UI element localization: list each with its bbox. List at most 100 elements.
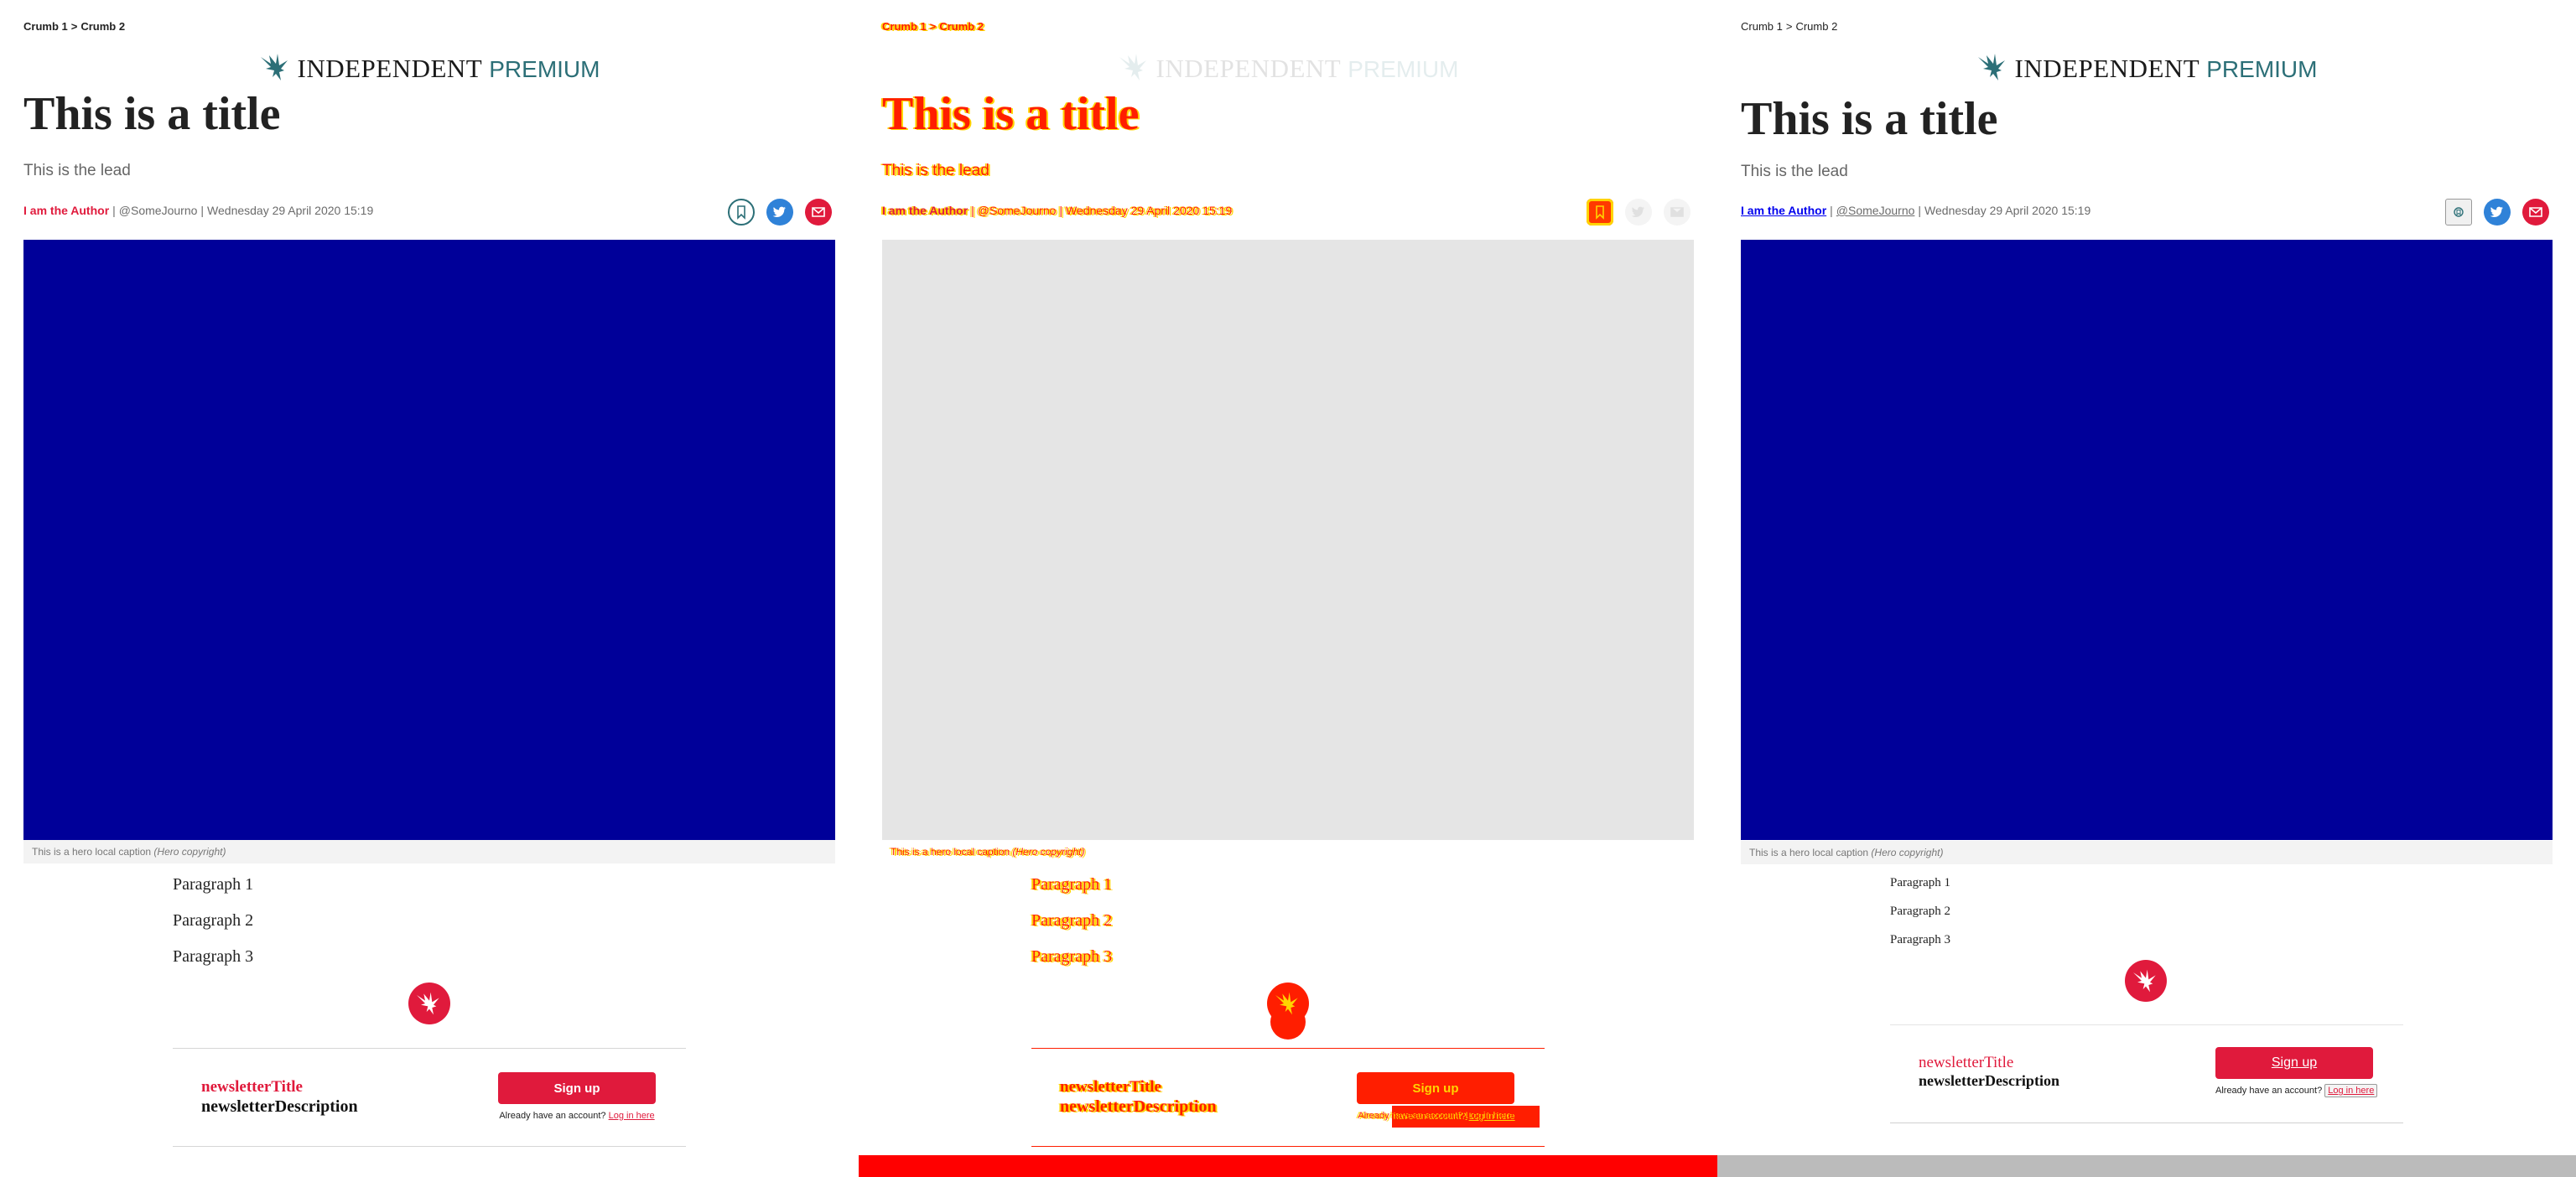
login-link[interactable]: Log in here xyxy=(2324,1084,2378,1097)
paragraph: Paragraph 3 xyxy=(173,947,254,966)
author-link[interactable]: I am the Author xyxy=(1741,204,1826,217)
twitter-share-button[interactable] xyxy=(2484,199,2511,226)
login-link[interactable]: Log in here xyxy=(1467,1111,1514,1121)
caption-text: This is a hero local caption xyxy=(1749,847,1869,858)
email-icon xyxy=(1670,207,1684,217)
article-lead: This is the lead xyxy=(882,162,989,179)
newsletter-signup-button[interactable]: Sign up xyxy=(498,1072,656,1104)
bookmark-button[interactable] xyxy=(2445,199,2472,226)
author-link[interactable]: I am the Author xyxy=(882,204,968,217)
article-lead: This is the lead xyxy=(1741,163,1848,180)
byline: I am the Author | @SomeJourno | Wednesday 29… xyxy=(1741,204,2090,217)
site-logo[interactable]: INDEPENDENT PREMIUM xyxy=(0,52,859,89)
newsletter-description: newsletterDescription xyxy=(1060,1097,1217,1116)
breadcrumb-item-2[interactable]: Crumb 2 xyxy=(80,20,125,33)
breadcrumb-item-1[interactable]: Crumb 1 xyxy=(23,20,68,33)
publish-date: Wednesday 29 April 2020 15:19 xyxy=(1924,204,2091,217)
eagle-icon xyxy=(1119,54,1146,80)
newsletter-account-line: Already have an account? Log in here xyxy=(2215,1084,2378,1097)
logo-tier: PREMIUM xyxy=(489,56,600,82)
article-title: This is a title xyxy=(882,88,1140,140)
email-share-button[interactable] xyxy=(805,199,832,226)
article-lead: This is the lead xyxy=(23,162,131,179)
bookmark-icon xyxy=(1596,205,1604,220)
breadcrumb-item-1[interactable]: Crumb 1 xyxy=(1741,20,1783,33)
newsletter-description: newsletterDescription xyxy=(201,1097,358,1116)
diff-panel: Crumb 1 > Crumb 2 INDEPENDENT PREMIUM This … xyxy=(859,0,1717,1177)
bookmark-button[interactable] xyxy=(728,199,755,226)
breadcrumb-separator: > xyxy=(70,20,78,33)
article-title: This is a title xyxy=(1741,93,1998,145)
byline-separator: | xyxy=(1059,204,1063,217)
site-logo[interactable]: INDEPENDENT PREMIUM xyxy=(1717,52,2576,89)
twitter-share-button[interactable] xyxy=(766,199,793,226)
breadcrumb-item-2[interactable]: Crumb 2 xyxy=(939,20,984,33)
hero-image xyxy=(23,240,835,840)
caption-credit: (Hero copyright) xyxy=(1871,847,1944,858)
eagle-badge xyxy=(408,983,450,1024)
publish-date: Wednesday 29 April 2020 15:19 xyxy=(1066,204,1233,217)
email-share-button[interactable] xyxy=(1664,199,1690,226)
twitter-icon xyxy=(772,206,786,217)
bookmark-button[interactable] xyxy=(1587,199,1613,226)
logo-tier: PREMIUM xyxy=(2206,56,2318,82)
diff-progress-bar xyxy=(859,1155,1717,1177)
publish-date: Wednesday 29 April 2020 15:19 xyxy=(207,204,374,217)
breadcrumb-item-1[interactable]: Crumb 1 xyxy=(882,20,927,33)
author-handle-link[interactable]: @SomeJourno xyxy=(1836,204,1915,217)
logo-brand: INDEPENDENT xyxy=(1156,54,1342,83)
test-panel: Crumb 1 > Crumb 2 INDEPENDENT PREMIUM This … xyxy=(1717,0,2576,1177)
account-prompt: Already have an account? xyxy=(2215,1086,2323,1096)
byline: I am the Author | @SomeJourno | Wednesday 29… xyxy=(882,204,1232,217)
site-logo[interactable]: INDEPENDENT PREMIUM xyxy=(859,52,1717,89)
breadcrumb: Crumb 1 > Crumb 2 xyxy=(882,20,984,33)
logo-brand: INDEPENDENT xyxy=(2014,54,2200,83)
byline-separator: | xyxy=(200,204,205,217)
email-share-button[interactable] xyxy=(2522,199,2549,226)
caption-credit: (Hero copyright) xyxy=(1012,846,1085,858)
newsletter-account-line: Already have an account? Log in here xyxy=(1357,1111,1514,1121)
paragraph: Paragraph 1 xyxy=(173,875,254,894)
paragraph: Paragraph 1 xyxy=(1890,876,1951,889)
email-icon xyxy=(2529,207,2542,217)
bookmark-icon xyxy=(2454,207,2464,217)
eagle-icon xyxy=(260,54,288,80)
article-body: Paragraph 1 Paragraph 2 Paragraph 3 xyxy=(1890,874,1950,959)
newsletter-box: newsletterTitle newsletterDescription Si… xyxy=(1031,1048,1545,1147)
eagle-icon xyxy=(1977,54,2005,80)
paragraph: Paragraph 2 xyxy=(1031,911,1113,930)
twitter-share-button[interactable] xyxy=(1625,199,1652,226)
email-icon xyxy=(812,207,825,217)
article-body: Paragraph 1 Paragraph 2 Paragraph 3 xyxy=(173,872,253,980)
eagle-icon xyxy=(2133,969,2156,993)
caption-text: This is a hero local caption xyxy=(891,846,1010,858)
hero-image xyxy=(1741,240,2553,840)
breadcrumb-item-2[interactable]: Crumb 2 xyxy=(1795,20,1837,33)
logo-tier: PREMIUM xyxy=(1348,56,1459,82)
test-progress-bar xyxy=(1717,1155,2576,1177)
account-prompt: Already have an account? xyxy=(499,1111,606,1121)
author-handle-link[interactable]: @SomeJourno xyxy=(978,204,1057,217)
hero-image xyxy=(882,240,1694,840)
caption-text: This is a hero local caption xyxy=(32,846,152,858)
hero-caption: This is a hero local caption (Hero copyr… xyxy=(23,840,835,863)
twitter-icon xyxy=(2490,206,2503,217)
breadcrumb: Crumb 1 > Crumb 2 xyxy=(23,20,125,33)
eagle-icon xyxy=(417,992,439,1015)
newsletter-account-line: Already have an account? Log in here xyxy=(498,1111,656,1121)
breadcrumb-separator: > xyxy=(929,20,937,33)
article-title: This is a title xyxy=(23,88,281,140)
account-prompt: Already have an account? xyxy=(1358,1111,1465,1121)
newsletter-box: newsletterTitle newsletterDescription Si… xyxy=(1890,1024,2403,1123)
byline: I am the Author | @SomeJourno | Wednesday 29… xyxy=(23,204,373,217)
newsletter-box: newsletterTitle newsletterDescription Si… xyxy=(173,1048,686,1147)
byline-separator: | xyxy=(1918,204,1922,217)
author-link[interactable]: I am the Author xyxy=(23,204,109,217)
author-handle-link[interactable]: @SomeJourno xyxy=(119,204,198,217)
newsletter-title: newsletterTitle xyxy=(1919,1054,2014,1071)
newsletter-signup-button[interactable]: Sign up xyxy=(2215,1047,2373,1079)
byline-separator: | xyxy=(1830,204,1833,217)
newsletter-signup-button[interactable]: Sign up xyxy=(1357,1072,1514,1104)
login-link[interactable]: Log in here xyxy=(609,1111,655,1121)
paragraph: Paragraph 2 xyxy=(173,911,254,930)
